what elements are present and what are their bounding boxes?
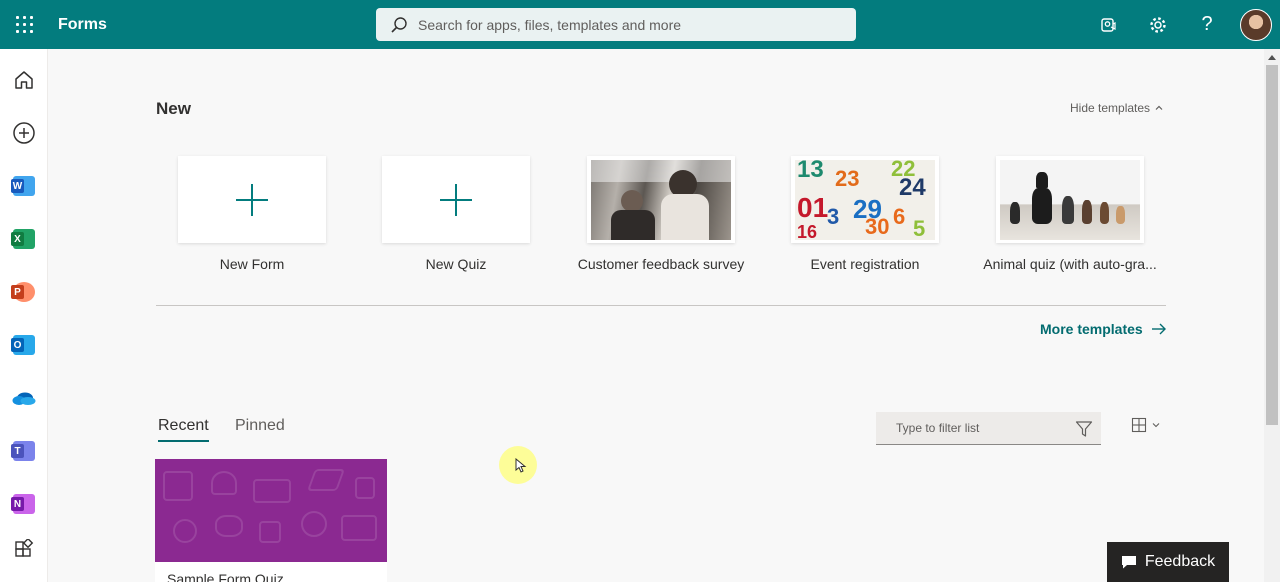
rail-item-word[interactable]: W [9,171,39,201]
teams-icon: T [11,441,35,461]
rail-item-onenote[interactable]: N [9,489,39,519]
customer-feedback-label[interactable]: Customer feedback survey [561,256,761,272]
form-card[interactable]: Sample Form Quiz [155,459,387,582]
filter-input[interactable] [896,421,1066,435]
chevron-down-icon [1152,423,1160,428]
form-card-title[interactable]: Sample Form Quiz [167,571,284,582]
plus-icon [236,183,268,216]
rail-item-excel[interactable]: X [9,224,39,254]
customer-feedback-template-card[interactable] [587,156,735,243]
new-form-label[interactable]: New Form [152,256,352,272]
waffle-icon [15,16,33,33]
tab-recent[interactable]: Recent [158,417,209,442]
cursor-highlight [499,446,537,484]
help-button[interactable]: ? [1183,0,1231,49]
rail-item-all-apps[interactable] [9,535,39,565]
hide-templates-label: Hide templates [1070,101,1151,115]
app-launcher-button[interactable] [0,0,48,49]
rail-item-teams[interactable]: T [9,436,39,466]
rail-item-home[interactable] [9,65,39,95]
avatar[interactable] [1240,9,1272,41]
new-quiz-card[interactable] [382,156,530,243]
top-bar: Forms ? [0,0,1280,49]
powerpoint-icon: P [11,282,35,302]
animal-quiz-template-card[interactable] [996,156,1144,243]
rail-item-onedrive[interactable] [9,383,39,413]
outlook-icon: O [11,335,35,355]
tab-pinned[interactable]: Pinned [235,417,285,435]
meet-now-icon [1101,17,1116,32]
all-apps-icon [15,539,34,557]
onenote-icon: N [11,494,35,514]
rail-item-outlook[interactable]: O [9,330,39,360]
hide-templates-button[interactable]: Hide templates [1070,101,1164,115]
main-content: New Hide templates New Form New Quiz Cus… [48,49,1264,582]
search-icon [391,16,407,33]
word-icon: W [11,176,35,196]
grid-view-icon [1131,417,1147,433]
search-input[interactable] [418,16,838,33]
view-toggle-button[interactable] [1131,417,1161,433]
filter-icon[interactable] [1075,420,1093,438]
home-icon [15,71,33,89]
feedback-button[interactable]: Feedback [1107,542,1229,582]
form-card-banner [155,459,387,562]
customer-feedback-thumbnail [591,159,731,240]
plus-icon [440,183,472,216]
app-rail: W X P O T N [0,49,48,582]
animal-quiz-label[interactable]: Animal quiz (with auto-gra... [970,256,1170,272]
event-registration-label[interactable]: Event registration [765,256,965,272]
event-registration-template-card[interactable]: 13 23 22 24 01 29 3 6 30 5 16 [791,156,939,243]
search-box[interactable] [376,8,856,41]
more-templates-link[interactable]: More templates [1040,321,1167,337]
add-circle-icon [13,122,35,144]
filter-box[interactable] [876,412,1101,445]
app-name[interactable]: Forms [58,16,107,34]
page-scrollbar[interactable] [1264,49,1280,582]
new-form-card[interactable] [178,156,326,243]
scroll-up-arrow[interactable] [1268,55,1276,60]
help-icon: ? [1201,13,1213,35]
rail-item-powerpoint[interactable]: P [9,277,39,307]
arrow-right-icon [1151,323,1166,335]
gear-icon [1150,16,1166,33]
mouse-pointer-icon [515,458,527,473]
animal-quiz-thumbnail [1000,159,1140,240]
meet-now-button[interactable] [1084,0,1132,49]
onedrive-icon [12,392,36,405]
event-registration-thumbnail: 13 23 22 24 01 29 3 6 30 5 16 [795,159,935,240]
chevron-up-icon [1155,105,1163,110]
section-divider [156,305,1166,306]
settings-button[interactable] [1134,0,1182,49]
chat-icon [1121,556,1136,569]
rail-item-create[interactable] [9,118,39,148]
scrollbar-thumb[interactable] [1266,65,1278,425]
new-quiz-label[interactable]: New Quiz [356,256,556,272]
excel-icon: X [11,229,35,249]
new-heading: New [156,99,191,118]
more-templates-label: More templates [1040,321,1143,337]
feedback-label: Feedback [1144,553,1216,570]
